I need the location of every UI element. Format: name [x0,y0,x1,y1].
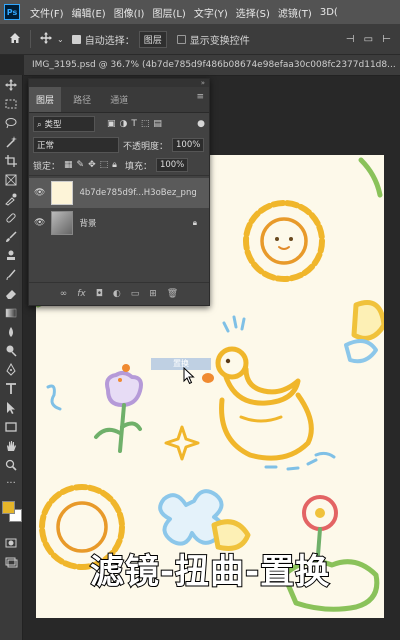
visibility-eye-icon[interactable]: 👁︎ [34,188,45,198]
lock-label: 锁定： [33,161,61,172]
menu-filter[interactable]: 滤镜(T) [274,5,316,20]
filter-pixel-icon[interactable]: ▣ [107,119,116,129]
lock-all-icon[interactable]: 🔒︎ [112,160,117,170]
video-caption: 滤镜-扭曲-置换 [89,551,331,593]
color-swatches[interactable] [0,493,22,533]
menu-edit[interactable]: 编辑(E) [68,5,110,20]
layer-name[interactable]: 4b7de785d9f...H3oBez_png [79,188,196,198]
purple-flower-doodle [94,370,143,453]
mask-icon[interactable]: ◘ [96,289,103,299]
visibility-eye-icon[interactable]: 👁︎ [34,218,45,228]
tab-paths[interactable]: 路径 [66,87,98,112]
filter-toggle-icon[interactable]: ● [197,119,205,129]
options-bar: ⌄ 自动选择： 图层 显示变换控件 ⊣ ▭ ⊢ [0,24,400,55]
history-brush-icon[interactable] [0,265,22,284]
duck-doodle [202,346,314,461]
blur-icon[interactable] [0,322,22,341]
auto-select-label: 自动选择： [84,35,135,47]
menu-type[interactable]: 文字(Y) [190,5,232,20]
tab-channels[interactable]: 通道 [103,87,135,112]
auto-select-checkbox[interactable] [71,34,81,44]
magic-wand-icon[interactable] [0,132,22,151]
menu-file[interactable]: 文件(F) [26,5,68,20]
trash-icon[interactable]: 🗑︎ [167,289,178,299]
menu-layer[interactable]: 图层(L) [148,5,189,20]
fx-icon[interactable]: fx [77,289,86,299]
brush-icon[interactable] [0,227,22,246]
gradient-icon[interactable] [0,303,22,322]
menu-image[interactable]: 图像(I) [110,5,149,20]
pen-icon[interactable] [0,360,22,379]
layer-thumbnail [51,211,74,235]
panel-menu-icon[interactable]: ≡ [196,92,204,102]
adjustment-icon[interactable]: ◐ [113,289,121,299]
lion-doodle-top [243,200,325,282]
foreground-color-swatch[interactable] [2,501,15,514]
eyedropper-icon[interactable] [0,189,22,208]
stamp-icon[interactable] [0,246,22,265]
layer-thumbnail [51,181,74,205]
path-selection-icon[interactable] [0,398,22,417]
lock-icon: 🔒︎ [192,218,197,227]
lock-transparent-icon[interactable]: ▦ [64,160,73,170]
new-layer-icon[interactable]: ⊞ [149,289,157,299]
layer-row-background[interactable]: 👁︎ 背景 🔒︎ [29,208,209,238]
folder-icon[interactable]: ▭ [131,289,140,299]
more-tools-icon[interactable]: ··· [0,474,22,493]
menu-3d[interactable]: 3D( [316,7,342,18]
dodge-icon[interactable] [0,341,22,360]
transform-controls-checkbox[interactable] [176,34,186,44]
opacity-input[interactable]: 100% [172,138,205,152]
tools-panel: ··· [0,75,23,640]
blend-mode-dropdown[interactable]: 正常 [33,137,119,153]
collapse-icon[interactable]: » [201,79,205,87]
crop-icon[interactable] [0,151,22,170]
lasso-icon[interactable] [0,113,22,132]
transform-controls-label: 显示变换控件 [189,35,250,47]
menu-bar: Ps 文件(F) 编辑(E) 图像(I) 图层(L) 文字(Y) 选择(S) 滤… [0,0,400,24]
chevron-down-icon[interactable]: ⌄ [57,35,64,44]
photoshop-logo: Ps [4,4,20,20]
lock-position-icon[interactable]: ✥ [88,160,96,170]
filter-shape-icon[interactable]: ⬚ [141,119,150,129]
filter-type-icon[interactable]: T [131,119,137,129]
link-icon[interactable]: ∞ [60,289,68,299]
drag-ghost-label: 置换 [151,358,211,370]
marquee-icon[interactable] [0,94,22,113]
layer-filter-dropdown[interactable]: ⌕ 类型 [33,116,95,132]
eraser-icon[interactable] [0,284,22,303]
opacity-label: 不透明度： [123,141,169,152]
layers-footer: ∞ fx ◘ ◐ ▭ ⊞ 🗑︎ [29,282,209,305]
type-icon[interactable] [0,379,22,398]
frame-icon[interactable] [0,170,22,189]
layer-row-image[interactable]: 👁︎ 4b7de785d9f...H3oBez_png [29,178,209,208]
filter-smart-object-icon[interactable]: ▤ [153,119,162,129]
mouse-cursor-icon [183,366,195,389]
document-tab[interactable]: IMG_3195.psd @ 36.7% (4b7de785d9f486b086… [24,55,400,76]
layer-name[interactable]: 背景 [79,217,96,229]
move-tool-icon[interactable] [39,31,53,48]
align-icons[interactable]: ⊣ ▭ ⊢ [346,34,394,45]
blue-flower-doodle [158,489,225,546]
hand-icon[interactable] [0,436,22,455]
auto-select-dropdown[interactable]: 图层 [138,30,167,48]
home-icon[interactable] [8,31,22,48]
fill-input[interactable]: 100% [155,158,189,172]
move-tool-icon[interactable] [0,75,22,94]
layers-panel: » 图层 路径 通道 ≡ ⌕ 类型 ▣ ◑ T ⬚ ▤ ● 正常 不透明度： 1… [28,78,210,306]
rectangle-shape-icon[interactable] [0,417,22,436]
fill-label: 填充： [124,161,152,172]
screen-mode-icon[interactable] [0,552,22,571]
healing-brush-icon[interactable] [0,208,22,227]
filter-adjustment-icon[interactable]: ◑ [120,119,128,129]
zoom-icon[interactable] [0,455,22,474]
panel-header-bar[interactable]: » [29,79,209,87]
document-title: IMG_3195.psd @ 36.7% (4b7de785d9f486b086… [32,60,396,70]
quick-mask-icon[interactable] [0,533,22,552]
lock-artboard-icon[interactable]: ⬚ [100,160,109,170]
menu-select[interactable]: 选择(S) [232,5,274,20]
lock-paint-icon[interactable]: ✎ [77,160,85,170]
tab-layers[interactable]: 图层 [29,87,62,112]
